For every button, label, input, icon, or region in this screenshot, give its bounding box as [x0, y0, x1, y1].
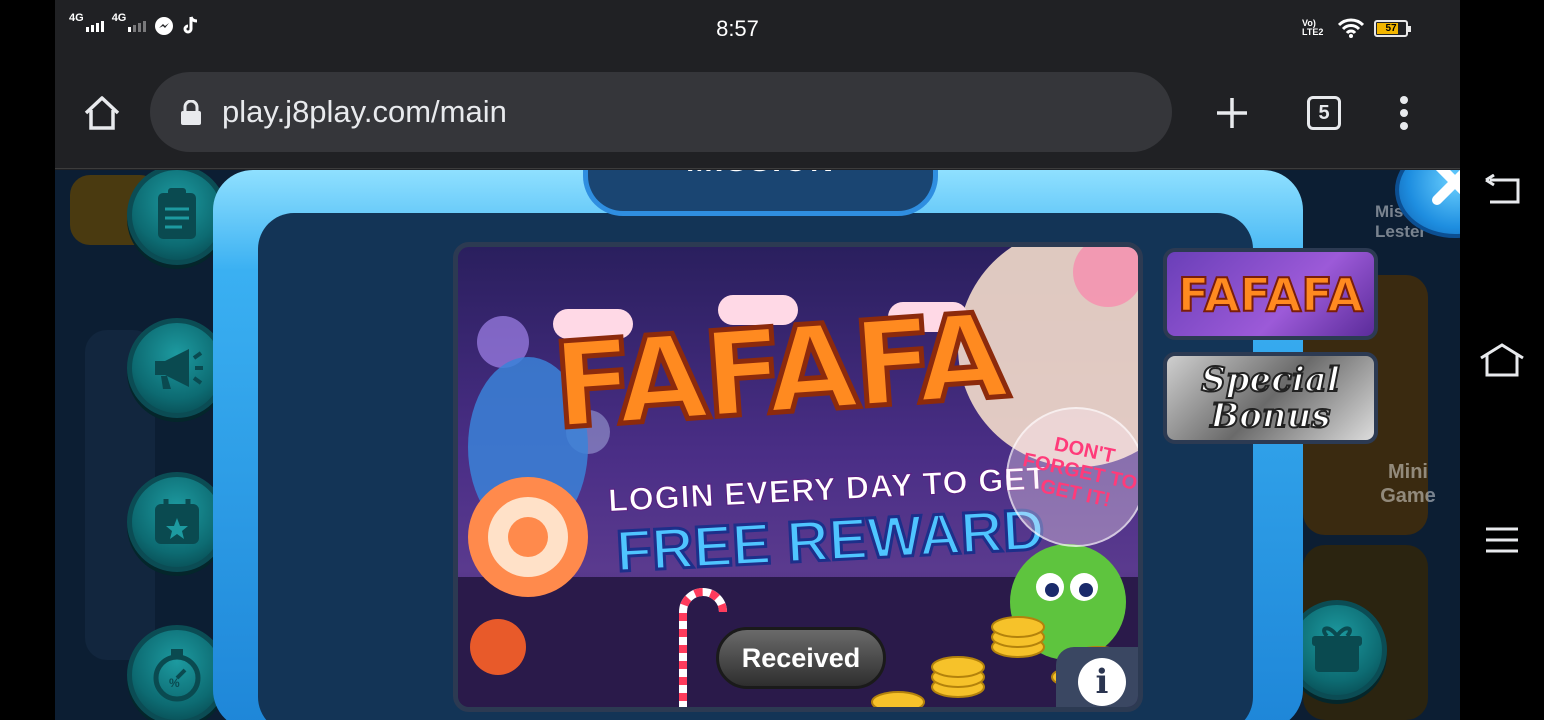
game-canvas: Miss Lester Mini Game % MISSI [55, 170, 1460, 720]
browser-menu-button[interactable] [1377, 86, 1431, 140]
reminder-bubble: DON'T FORGET TO GET IT! [1006, 407, 1140, 547]
tab-switcher-button[interactable]: 5 [1297, 86, 1351, 140]
recents-button[interactable] [1478, 516, 1526, 564]
back-icon [1485, 174, 1520, 204]
timer-button[interactable]: % [127, 625, 227, 720]
home-button[interactable] [75, 86, 129, 140]
stopwatch-icon: % [153, 649, 201, 702]
megaphone-icon [155, 349, 203, 389]
volte-indicator: Vo) LTE2 [1302, 18, 1324, 37]
battery-icon: 57 [1374, 19, 1411, 37]
home-nav-button[interactable] [1478, 336, 1526, 384]
task-list-button[interactable] [127, 170, 227, 265]
calendar-button[interactable] [127, 472, 227, 572]
clock: 8:57 [716, 16, 759, 41]
device-frame: 4G 4G 8:57 Vo) LTE2 57 play.j8play.com/m… [0, 0, 1544, 720]
new-tab-button[interactable] [1205, 86, 1259, 140]
announcement-button[interactable] [127, 318, 227, 418]
status-bar: 4G 4G 8:57 Vo) LTE2 57 [55, 0, 1460, 56]
modal-title-tab: MISSION [583, 170, 938, 216]
plus-icon [1217, 98, 1247, 128]
menu-lines-icon [1486, 527, 1518, 553]
calendar-icon [155, 499, 199, 544]
home-icon [84, 96, 120, 130]
info-button[interactable]: i [1056, 647, 1138, 707]
info-icon: i [1078, 658, 1126, 706]
browser-toolbar: play.j8play.com/main 5 [55, 56, 1460, 169]
thumbnail-fafafa[interactable]: FAFAFA [1163, 248, 1378, 340]
mission-modal: MISSION [213, 170, 1460, 720]
bg-mini-game-label: Mini Game [1380, 461, 1436, 507]
gift-icon [1312, 626, 1362, 672]
svg-text:%: % [169, 676, 180, 690]
back-button[interactable] [1478, 166, 1526, 214]
url-text: play.j8play.com/main [222, 94, 507, 129]
thumbnail-special-bonus-label: Special Bonus [1200, 360, 1341, 436]
clipboard-icon [158, 188, 196, 239]
modal-title: MISSION [588, 170, 933, 179]
home-nav-icon [1480, 343, 1524, 377]
battery-level: 57 [1385, 22, 1397, 34]
thumbnail-special-bonus[interactable]: Special Bonus [1163, 352, 1378, 444]
phone-screen: 4G 4G 8:57 Vo) LTE2 57 play.j8play.com/m… [55, 0, 1460, 720]
tab-count: 5 [1307, 96, 1341, 130]
more-vertical-icon [1400, 96, 1408, 130]
close-icon [1432, 170, 1460, 205]
wifi-icon [1338, 18, 1364, 38]
lock-icon [181, 100, 201, 125]
thumbnail-fafafa-label: FAFAFA [1177, 267, 1364, 323]
status-right-icons: Vo) LTE2 57 [1302, 18, 1411, 38]
promo-banner: FAFAFA LOGIN EVERY DAY TO GET FREE REWAR… [453, 242, 1143, 712]
address-bar[interactable]: play.j8play.com/main [150, 72, 1172, 152]
received-button[interactable]: Received [716, 627, 886, 689]
system-nav-bar [1460, 0, 1544, 720]
reminder-text: DON'T FORGET TO GET IT! [1020, 433, 1140, 512]
